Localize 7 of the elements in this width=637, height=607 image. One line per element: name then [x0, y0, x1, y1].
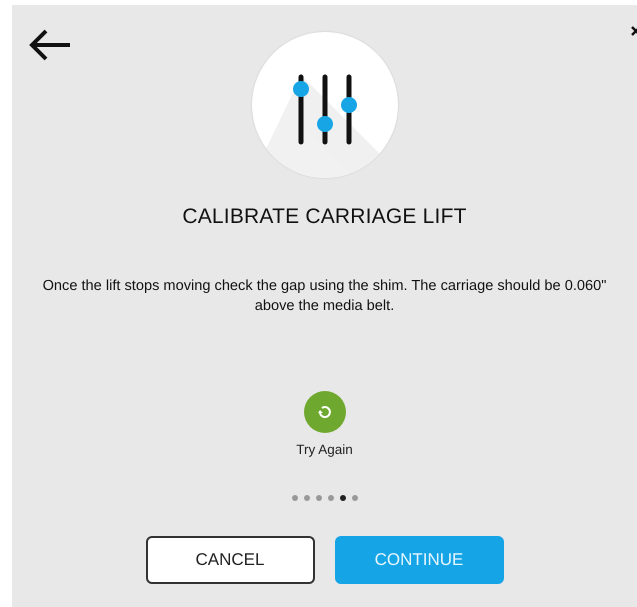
close-icon[interactable]: [631, 25, 637, 37]
page-title: CALIBRATE CARRIAGE LIFT: [182, 205, 467, 229]
cancel-button[interactable]: CANCEL: [146, 536, 314, 584]
retry-button[interactable]: [304, 391, 346, 433]
retry-label: Try Again: [296, 442, 353, 457]
instruction-text: Once the lift stops moving check the gap using the shim. The carriage should be 0.060" above the media belt.: [42, 277, 608, 316]
back-arrow-icon[interactable]: [28, 28, 72, 62]
